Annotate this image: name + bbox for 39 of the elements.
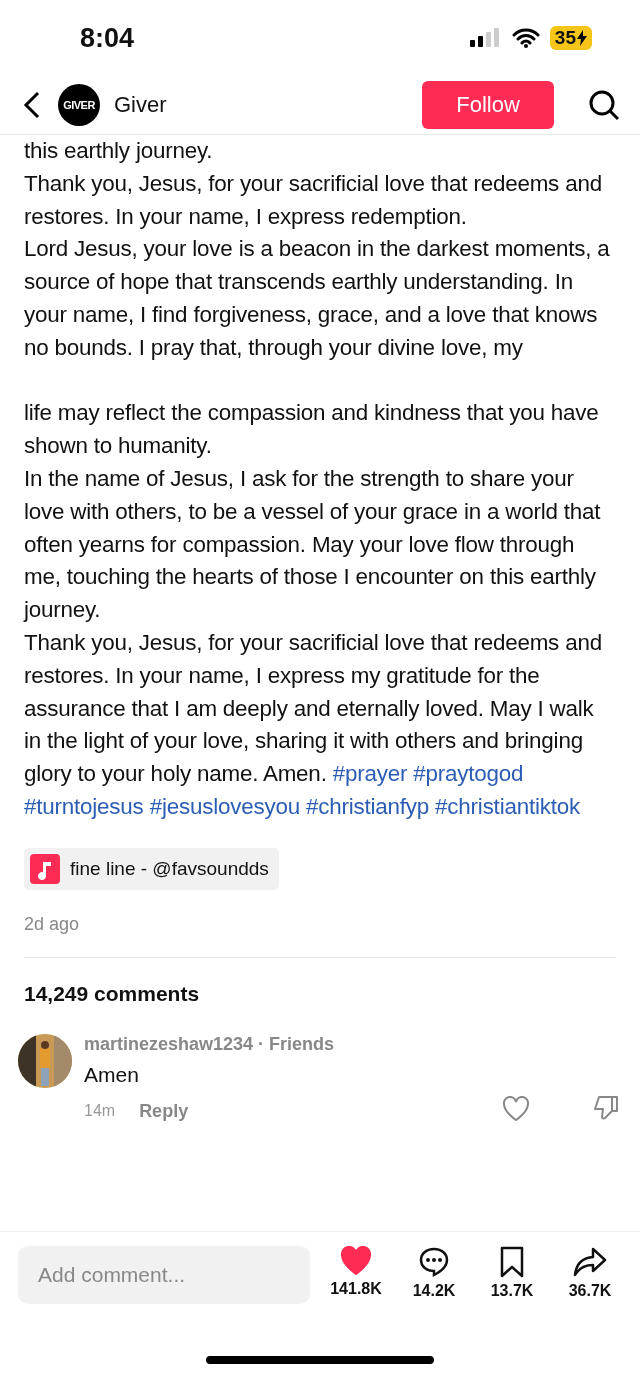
bookmark-button[interactable]: 13.7K	[480, 1246, 544, 1300]
status-time: 8:04	[80, 22, 135, 54]
sound-chip[interactable]: fine line - @favsoundds	[24, 847, 279, 890]
like-button[interactable]: 141.8K	[324, 1246, 388, 1298]
music-note-icon	[30, 853, 60, 884]
hashtag-link[interactable]: #christiantiktok	[435, 793, 580, 819]
comment-input[interactable]: Add comment...	[18, 1246, 310, 1304]
caption-paragraph: Thank you, Jesus, for your sacrificial love that redeems and restores. In your name, I express redemption.	[24, 169, 603, 231]
account-name[interactable]: Giver	[114, 92, 408, 118]
hashtag-link[interactable]: #jesuslovesyou	[149, 793, 300, 819]
battery-indicator: 35	[549, 26, 592, 50]
caption-paragraph: this earthly journey.	[24, 137, 214, 165]
reply-button[interactable]: Reply	[139, 1100, 189, 1122]
comment-time: 14m	[84, 1102, 116, 1121]
hashtag-link[interactable]: #prayer	[332, 761, 408, 787]
account-avatar[interactable]: GIVER	[58, 84, 100, 126]
follow-button[interactable]: Follow	[422, 81, 554, 129]
comment-button[interactable]: 14.2K	[402, 1246, 466, 1300]
signal-icon	[469, 28, 502, 48]
like-icon[interactable]	[502, 1095, 530, 1122]
caption-paragraph: life may reflect the compassion and kindness that you have shown to humanity.	[24, 399, 600, 461]
hashtag-link[interactable]: #turntojesus	[24, 793, 144, 819]
hashtag-link[interactable]: #praytogod	[413, 761, 524, 787]
caption-paragraph: Lord Jesus, your love is a beacon in the darkest moments, a source of hope that transcends earthly understanding. In your name, I find forgiveness, grace, and a love that knows no bounds. I pray that, through your divine love, my	[24, 235, 611, 362]
caption-paragraph: Thank you, Jesus, for your sacrificial love that redeems and restores. In your name, I express my gratitude for the assurance that I am deeply and eternally loved. May I walk in the light of your love, sharing it with others and bringing glory to your holy name. Amen. #prayer #praytogod #turntojesus #jesuslovesyou #christianfyp #christiantiktok	[24, 628, 603, 821]
comments-count: 14,249 comments	[24, 981, 201, 1006]
bookmark-icon	[499, 1246, 525, 1278]
comment-username[interactable]: martinezeshaw1234 · Friends	[84, 1033, 335, 1054]
caption-paragraph: In the name of Jesus, I ask for the strength to share your love with others, to be a vessel of your grace in a world that often yearns for compassion. May your love flow through me, touching the hearts of those I encounter on this earthly journey.	[24, 464, 602, 625]
wifi-icon	[511, 28, 540, 48]
share-button[interactable]: 36.7K	[558, 1246, 622, 1300]
post-date: 2d ago	[24, 913, 81, 935]
heart-icon	[339, 1246, 373, 1276]
search-icon[interactable]	[588, 89, 620, 121]
chat-bubble-icon	[418, 1246, 450, 1278]
dislike-icon[interactable]	[592, 1093, 620, 1122]
share-icon	[573, 1246, 607, 1278]
comment-text: Amen	[84, 1062, 139, 1086]
hashtag-link[interactable]: #christianfyp	[305, 793, 430, 819]
